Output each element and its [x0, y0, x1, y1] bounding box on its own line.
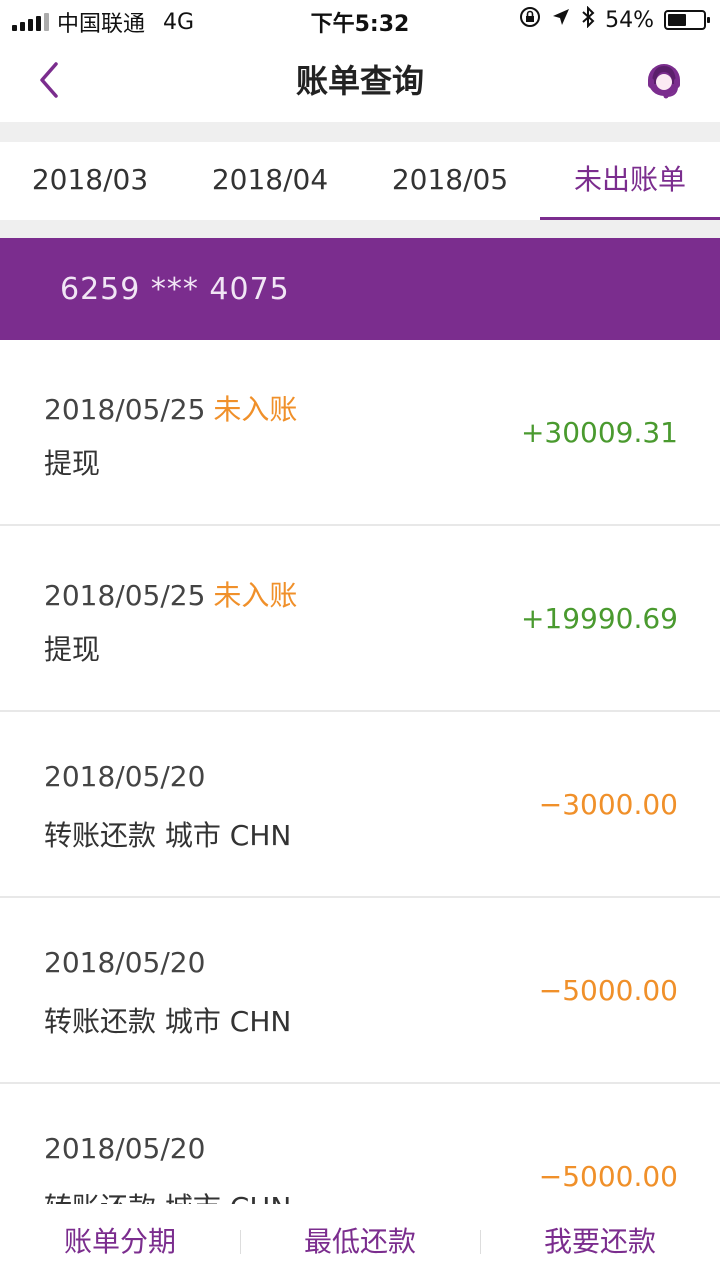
- month-tabs: 2018/03 2018/04 2018/05 未出账单: [0, 142, 720, 220]
- divider: [0, 122, 720, 142]
- nav-bar: 账单查询: [0, 40, 720, 122]
- transaction-row[interactable]: 2018/05/20 转账还款 城市 CHN −3000.00: [0, 712, 720, 898]
- transaction-date: 2018/05/25: [44, 393, 206, 426]
- transaction-row[interactable]: 2018/05/25 未入账 提现 +30009.31: [0, 340, 720, 526]
- rotation-lock-icon: [519, 6, 541, 34]
- transaction-desc: 转账还款 城市 CHN: [44, 1186, 291, 1204]
- location-icon: [551, 7, 571, 33]
- transaction-desc: 提现: [44, 633, 101, 666]
- transaction-row[interactable]: 2018/05/25 未入账 提现 +19990.69: [0, 526, 720, 712]
- transaction-list[interactable]: 2018/05/25 未入账 提现 +30009.31 2018/05/25 未入账…: [0, 340, 720, 1204]
- bluetooth-icon: [581, 5, 595, 34]
- pending-status: 未入账: [213, 579, 298, 612]
- transaction-date: 2018/05/20: [44, 760, 206, 793]
- min-payment-button[interactable]: 最低还款: [240, 1204, 480, 1280]
- tab-2018-04[interactable]: 2018/04: [180, 142, 360, 218]
- transaction-desc: 提现: [44, 447, 101, 480]
- customer-service-icon[interactable]: [642, 58, 686, 102]
- transaction-desc: 转账还款 城市 CHN: [44, 819, 292, 852]
- transaction-amount: +30009.31: [520, 416, 678, 449]
- transaction-row[interactable]: 2018/05/20 转账还款 城市 CHN −5000.00: [0, 898, 720, 1084]
- transaction-amount: −5000.00: [538, 1160, 678, 1193]
- transaction-amount: −5000.00: [538, 974, 678, 1007]
- page-title: 账单查询: [295, 62, 424, 100]
- tab-unbilled[interactable]: 未出账单: [540, 142, 720, 220]
- divider: [0, 220, 720, 238]
- tab-2018-05[interactable]: 2018/05: [360, 142, 540, 218]
- transaction-date: 2018/05/25: [44, 579, 206, 612]
- tab-2018-03[interactable]: 2018/03: [0, 142, 180, 218]
- transaction-row[interactable]: 2018/05/20 转账还款 城市 CHN −5000.00: [0, 1084, 720, 1204]
- pending-status: 未入账: [213, 393, 298, 426]
- battery-percent: 54%: [605, 7, 654, 33]
- repay-button[interactable]: 我要还款: [480, 1204, 720, 1280]
- card-number: 6259 *** 4075: [60, 272, 290, 307]
- bottom-action-bar: 账单分期 最低还款 我要还款: [0, 1204, 720, 1280]
- transaction-amount: −3000.00: [538, 788, 678, 821]
- card-banner: 6259 *** 4075: [0, 238, 720, 340]
- status-bar: 中国联通 4G 下午5:32 54%: [0, 0, 720, 40]
- transaction-date: 2018/05/20: [44, 1132, 206, 1165]
- transaction-amount: +19990.69: [520, 602, 678, 635]
- transaction-date: 2018/05/20: [44, 946, 206, 979]
- installment-button[interactable]: 账单分期: [0, 1204, 240, 1280]
- battery-icon: [664, 10, 710, 30]
- transaction-desc: 转账还款 城市 CHN: [44, 1005, 292, 1038]
